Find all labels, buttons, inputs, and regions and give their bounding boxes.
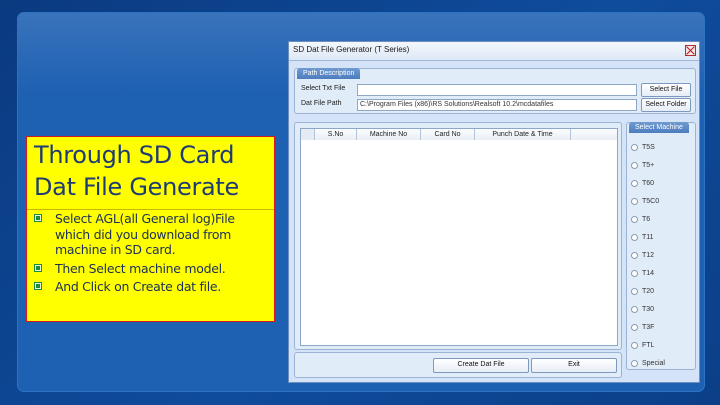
- select-machine-tab: Select Machine: [629, 122, 689, 133]
- bullet-item: Then Select machine model.: [33, 261, 271, 277]
- machine-option[interactable]: T30: [631, 304, 654, 316]
- select-txt-label: Select Txt File: [301, 85, 346, 92]
- radio-icon[interactable]: [631, 233, 638, 241]
- dat-path-input[interactable]: C:\Program Files (x86)\RS Solutions\Real…: [357, 99, 637, 111]
- bullet-text: Select AGL(all General log)File which di…: [55, 211, 235, 257]
- action-bar: Create Dat File Exit: [294, 352, 622, 378]
- machine-option[interactable]: Special: [631, 358, 665, 370]
- machine-option[interactable]: T12: [631, 250, 654, 262]
- col-header-sno[interactable]: S.No: [315, 129, 357, 140]
- path-description-tab: Path Description: [297, 68, 361, 79]
- window-titlebar: SD Dat File Generator (T Series): [289, 42, 699, 61]
- col-header-card-no[interactable]: Card No: [421, 129, 475, 140]
- machine-option-label: T30: [642, 306, 655, 313]
- machine-option-label: T20: [642, 288, 655, 295]
- close-icon[interactable]: [685, 45, 696, 56]
- machine-option[interactable]: T6: [631, 214, 650, 226]
- radio-icon[interactable]: [631, 305, 638, 313]
- select-txt-input[interactable]: [357, 84, 637, 96]
- machine-option[interactable]: T5+: [631, 160, 654, 172]
- radio-icon[interactable]: [631, 287, 638, 295]
- create-dat-file-button[interactable]: Create Dat File: [433, 358, 529, 373]
- machine-option-label: T14: [642, 270, 655, 277]
- machine-option-label: T5S: [642, 144, 655, 151]
- bullet-text: And Click on Create dat file.: [55, 279, 221, 294]
- machine-option[interactable]: FTL: [631, 340, 654, 352]
- radio-icon[interactable]: [631, 251, 638, 259]
- col-header-machine-no[interactable]: Machine No: [357, 129, 421, 140]
- machine-option-label: T3F: [642, 324, 655, 331]
- machine-option[interactable]: T60: [631, 178, 654, 190]
- machine-option-label: Special: [642, 360, 665, 367]
- path-description-group: Path Description Select Txt File Select …: [294, 68, 696, 114]
- exit-button[interactable]: Exit: [531, 358, 617, 373]
- machine-option-label: FTL: [642, 342, 655, 349]
- info-textbox: Through SD Card Dat File Generate Select…: [26, 136, 275, 322]
- checkbox-bullet-icon: [34, 263, 42, 272]
- machine-option[interactable]: T14: [631, 268, 654, 280]
- grid-header: S.No Machine No Card No Punch Date & Tim…: [301, 129, 617, 140]
- radio-icon[interactable]: [631, 215, 638, 223]
- checkbox-bullet-icon: [34, 282, 42, 290]
- bullet-item: Select AGL(all General log)File which di…: [33, 211, 271, 258]
- select-file-button[interactable]: Select File: [641, 83, 691, 97]
- radio-icon[interactable]: [631, 161, 638, 169]
- title-divider: [27, 209, 274, 210]
- machine-option-label: T6: [642, 216, 651, 223]
- bullet-list: Select AGL(all General log)File which di…: [33, 211, 271, 298]
- machine-option-label: T12: [642, 252, 655, 259]
- bullet-text: Then Select machine model.: [55, 260, 226, 276]
- select-machine-group: Select Machine T5S T5+ T60 T5C0 T6 T11 T…: [626, 122, 696, 370]
- machine-option[interactable]: T5C0: [631, 196, 659, 208]
- machine-option[interactable]: T11: [631, 232, 654, 244]
- machine-option[interactable]: T3F: [631, 322, 654, 334]
- grid-corner: [301, 129, 315, 140]
- records-group: S.No Machine No Card No Punch Date & Tim…: [294, 122, 622, 350]
- radio-icon[interactable]: [631, 269, 638, 277]
- select-folder-button[interactable]: Select Folder: [641, 98, 691, 112]
- sd-dat-generator-window: SD Dat File Generator (T Series) Path De…: [288, 41, 700, 383]
- records-grid[interactable]: S.No Machine No Card No Punch Date & Tim…: [300, 128, 618, 346]
- bullet-item: And Click on Create dat file.: [33, 279, 271, 295]
- radio-icon[interactable]: [631, 323, 638, 331]
- radio-icon[interactable]: [631, 341, 638, 349]
- checkbox-bullet-icon: [34, 214, 42, 222]
- window-title: SD Dat File Generator (T Series): [293, 45, 410, 54]
- slide-title: Through SD Card Dat File Generate: [34, 141, 240, 201]
- col-header-punch-date-time[interactable]: Punch Date & Time: [475, 129, 571, 140]
- machine-option-label: T5C0: [642, 198, 660, 205]
- dat-path-label: Dat File Path: [301, 100, 342, 107]
- radio-icon[interactable]: [631, 143, 638, 151]
- radio-icon[interactable]: [631, 197, 638, 205]
- radio-icon[interactable]: [631, 179, 638, 187]
- radio-icon[interactable]: [631, 359, 638, 367]
- machine-option[interactable]: T20: [631, 286, 654, 298]
- machine-option-label: T5+: [642, 162, 655, 169]
- machine-option-label: T11: [642, 234, 654, 241]
- machine-option-label: T60: [642, 180, 655, 187]
- machine-option[interactable]: T5S: [631, 142, 655, 154]
- grid-header-filler: [571, 129, 617, 140]
